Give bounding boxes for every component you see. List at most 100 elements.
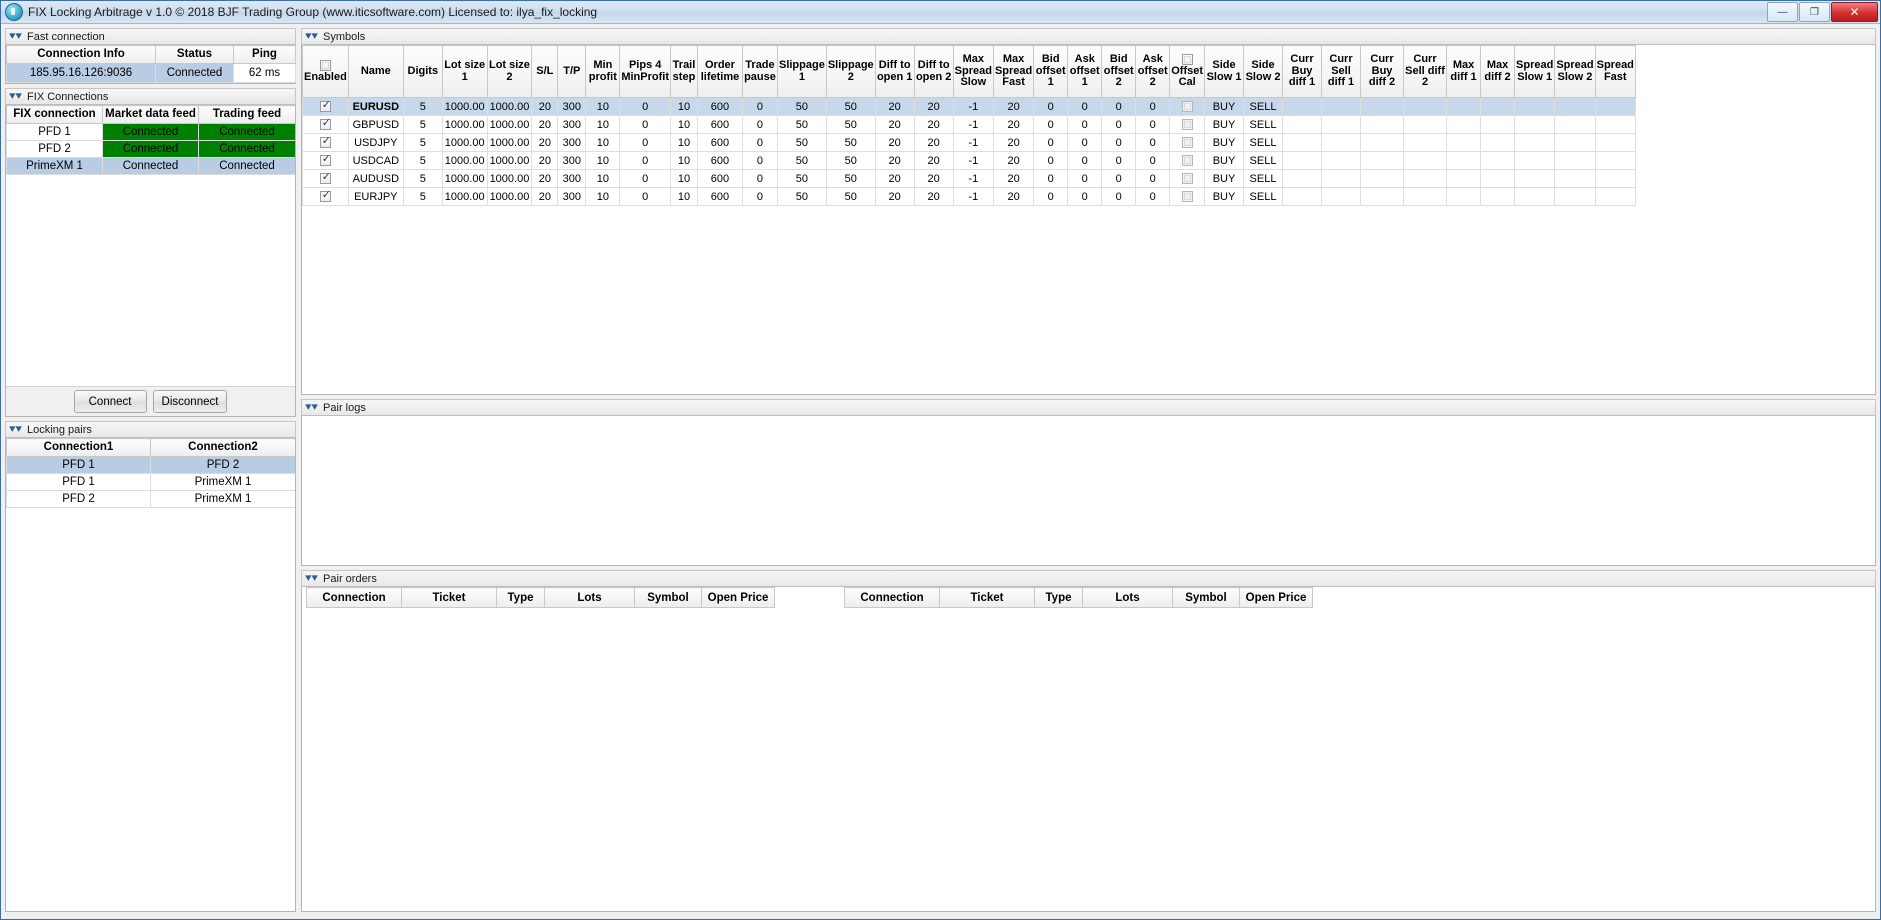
col-curr-sell-diff-1[interactable]: Curr Sell diff 1	[1321, 45, 1362, 98]
col-orders-open-price-right[interactable]: Open Price	[1239, 587, 1313, 608]
enabled-checkbox[interactable]	[319, 117, 332, 131]
table-row[interactable]: 185.95.16.126:9036 Connected 62 ms	[6, 63, 296, 83]
col-lot-size-1[interactable]: Lot size 1	[441, 45, 488, 98]
cell-enabled[interactable]	[302, 187, 349, 206]
col-ask-offset-1[interactable]: Ask offset 1	[1067, 45, 1103, 98]
cell-offset-cal[interactable]	[1169, 115, 1206, 134]
offset-cal-checkbox[interactable]	[1181, 101, 1193, 113]
cell-enabled[interactable]	[302, 133, 349, 152]
col-enabled[interactable]: Enabled	[302, 45, 349, 98]
offset-cal-checkbox[interactable]	[1181, 173, 1193, 185]
col-orders-symbol-right[interactable]: Symbol	[1172, 587, 1240, 608]
col-min-profit[interactable]: Min profit	[585, 45, 621, 98]
pair-orders-header[interactable]: ▾▾ Pair orders	[301, 570, 1876, 587]
col-spread-slow-2[interactable]: Spread Slow 2	[1554, 45, 1596, 98]
pair-logs-header[interactable]: ▾▾ Pair logs	[301, 399, 1876, 416]
table-row[interactable]: PrimeXM 1 Connected Connected	[6, 157, 295, 175]
table-row[interactable]: PFD 1 PFD 2	[6, 456, 295, 474]
col-offset-cal[interactable]: Offset Cal	[1169, 45, 1206, 98]
col-name[interactable]: Name	[347, 45, 404, 98]
col-curr-buy-diff-2[interactable]: Curr Buy diff 2	[1360, 45, 1405, 98]
table-row[interactable]: USDJPY51000.001000.002030010010600050502…	[302, 133, 1636, 152]
pair-logs-body[interactable]	[301, 416, 1876, 566]
col-connection1[interactable]: Connection1	[6, 438, 151, 457]
table-row[interactable]: USDCAD51000.001000.002030010010600050502…	[302, 151, 1636, 170]
col-status[interactable]: Status	[155, 45, 234, 64]
col-market-data-feed[interactable]: Market data feed	[102, 105, 199, 124]
col-orders-ticket-right[interactable]: Ticket	[939, 587, 1035, 608]
symbols-header[interactable]: ▾▾ Symbols	[301, 28, 1876, 45]
connect-button[interactable]: Connect	[73, 390, 147, 413]
offset-cal-checkbox[interactable]	[1181, 137, 1193, 149]
table-row[interactable]: PFD 2 Connected Connected	[6, 140, 295, 158]
col-sl[interactable]: S/L	[531, 45, 559, 98]
col-fix-connection[interactable]: FIX connection	[6, 105, 103, 124]
locking-pairs-header[interactable]: ▾▾ Locking pairs	[5, 421, 296, 438]
offset-cal-checkbox[interactable]	[1181, 191, 1193, 203]
col-order-lifetime[interactable]: Order lifetime	[696, 45, 743, 98]
col-spread-fast[interactable]: Spread Fast	[1594, 45, 1636, 98]
enabled-checkbox[interactable]	[319, 189, 332, 203]
col-tp[interactable]: T/P	[557, 45, 587, 98]
table-row[interactable]: PFD 1 PrimeXM 1	[6, 473, 295, 491]
col-connection-info[interactable]: Connection Info	[6, 45, 156, 64]
col-slippage-2[interactable]: Slippage 2	[825, 45, 876, 98]
col-slippage-1[interactable]: Slippage 1	[776, 45, 827, 98]
enabled-checkbox[interactable]	[319, 99, 332, 113]
col-orders-connection-left[interactable]: Connection	[306, 587, 402, 608]
table-row[interactable]: GBPUSD51000.001000.002030010010600050502…	[302, 115, 1636, 134]
offset-cal-checkbox[interactable]	[1181, 155, 1193, 167]
col-orders-lots-left[interactable]: Lots	[544, 587, 635, 608]
cell-offset-cal[interactable]	[1169, 169, 1206, 188]
col-max-diff-2[interactable]: Max diff 2	[1480, 45, 1516, 98]
table-row[interactable]: AUDUSD51000.001000.002030010010600050502…	[302, 169, 1636, 188]
table-row[interactable]: EURJPY51000.001000.002030010010600050502…	[302, 187, 1636, 206]
maximize-button[interactable]: ❐	[1799, 2, 1830, 22]
col-max-diff-1[interactable]: Max diff 1	[1446, 45, 1482, 98]
close-button[interactable]: ✕	[1831, 2, 1878, 22]
col-digits[interactable]: Digits	[402, 45, 443, 98]
col-max-spread-fast[interactable]: Max Spread Fast	[992, 45, 1035, 98]
cell-offset-cal[interactable]	[1169, 133, 1206, 152]
col-curr-buy-diff-1[interactable]: Curr Buy diff 1	[1282, 45, 1323, 98]
col-spread-slow-1[interactable]: Spread Slow 1	[1514, 45, 1556, 98]
col-bid-offset-2[interactable]: Bid offset 2	[1101, 45, 1137, 98]
col-orders-lots-right[interactable]: Lots	[1082, 587, 1173, 608]
cell-offset-cal[interactable]	[1169, 97, 1206, 116]
table-row[interactable]: PFD 2 PrimeXM 1	[6, 490, 295, 508]
col-max-spread-slow[interactable]: Max Spread Slow	[952, 45, 994, 98]
enabled-checkbox[interactable]	[319, 171, 332, 185]
select-all-checkbox[interactable]	[319, 59, 331, 71]
cell-enabled[interactable]	[302, 169, 349, 188]
fast-connection-header[interactable]: ▾▾ Fast connection	[5, 28, 296, 45]
cell-enabled[interactable]	[302, 115, 349, 134]
cell-enabled[interactable]	[302, 97, 349, 116]
col-orders-ticket-left[interactable]: Ticket	[401, 587, 497, 608]
col-bid-offset-1[interactable]: Bid offset 1	[1033, 45, 1069, 98]
col-orders-type-left[interactable]: Type	[496, 587, 545, 608]
col-trail-step[interactable]: Trail step	[669, 45, 698, 98]
enabled-checkbox[interactable]	[319, 135, 332, 149]
col-orders-connection-right[interactable]: Connection	[844, 587, 940, 608]
col-lot-size-2[interactable]: Lot size 2	[486, 45, 533, 98]
col-curr-sell-diff-2[interactable]: Curr Sell diff 2	[1403, 45, 1448, 98]
col-diff-to-open-1[interactable]: Diff to open 1	[874, 45, 915, 98]
offset-cal-checkbox[interactable]	[1181, 119, 1193, 131]
table-row[interactable]: EURUSD51000.001000.002030010010600050502…	[302, 97, 1636, 116]
col-trading-feed[interactable]: Trading feed	[198, 105, 295, 124]
cell-offset-cal[interactable]	[1169, 151, 1206, 170]
col-pips4-minprofit[interactable]: Pips 4 MinProfit	[619, 45, 671, 98]
col-diff-to-open-2[interactable]: Diff to open 2	[913, 45, 954, 98]
col-side-slow-1[interactable]: Side Slow 1	[1204, 45, 1245, 98]
col-ping[interactable]: Ping	[233, 45, 296, 64]
enabled-checkbox[interactable]	[319, 153, 332, 167]
col-side-slow-2[interactable]: Side Slow 2	[1243, 45, 1284, 98]
disconnect-button[interactable]: Disconnect	[152, 390, 228, 413]
minimize-button[interactable]: —	[1767, 2, 1798, 22]
col-orders-open-price-left[interactable]: Open Price	[701, 587, 775, 608]
col-trade-pause[interactable]: Trade pause	[741, 45, 778, 98]
col-orders-symbol-left[interactable]: Symbol	[634, 587, 702, 608]
col-ask-offset-2[interactable]: Ask offset 2	[1135, 45, 1171, 98]
col-connection2[interactable]: Connection2	[150, 438, 295, 457]
col-orders-type-right[interactable]: Type	[1034, 587, 1083, 608]
